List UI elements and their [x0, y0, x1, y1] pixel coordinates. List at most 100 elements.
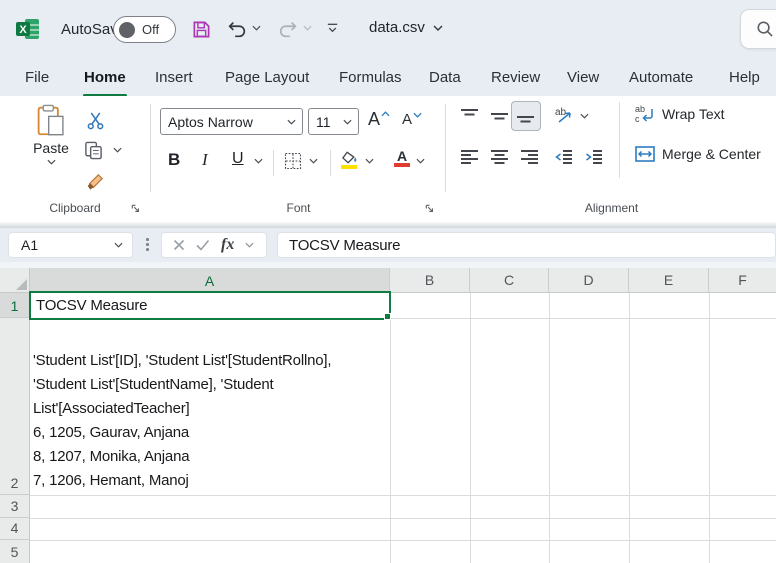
- column-header-a[interactable]: A: [30, 268, 390, 293]
- autosave-toggle[interactable]: Off: [113, 16, 176, 43]
- gridline: [390, 293, 391, 563]
- quick-access-toolbar-icon[interactable]: [325, 22, 340, 36]
- enter-check-icon[interactable]: [196, 239, 210, 251]
- font-color-button[interactable]: A: [394, 150, 410, 167]
- group-alignment: ab ab c Wrap Text: [447, 96, 776, 222]
- redo-icon: [277, 18, 299, 40]
- tab-help[interactable]: Help: [729, 64, 760, 90]
- align-right-button[interactable]: [521, 150, 539, 164]
- column-header-b[interactable]: B: [390, 268, 470, 293]
- filename-label: data.csv: [369, 19, 425, 36]
- copy-dropdown-chevron-icon[interactable]: [113, 147, 122, 153]
- format-painter-icon[interactable]: [86, 172, 105, 191]
- select-all-corner[interactable]: [0, 268, 30, 293]
- gridline: [30, 540, 776, 541]
- insert-function-button[interactable]: fx: [221, 236, 234, 254]
- bold-button[interactable]: B: [168, 150, 180, 170]
- cut-scissors-icon[interactable]: [86, 111, 105, 130]
- align-center-button[interactable]: [491, 150, 509, 164]
- tab-formulas[interactable]: Formulas: [339, 64, 402, 90]
- tab-home[interactable]: Home: [84, 64, 126, 90]
- tab-page-layout[interactable]: Page Layout: [225, 64, 309, 90]
- font-size-value: 11: [316, 114, 331, 130]
- paste-button[interactable]: Paste: [24, 104, 78, 165]
- group-font: Aptos Narrow 11 A A B I U: [152, 96, 445, 222]
- formula-content: TOCSV Measure: [289, 237, 400, 254]
- wrap-text-button[interactable]: ab c Wrap Text: [635, 104, 725, 123]
- excel-logo-icon: X: [16, 18, 40, 40]
- fill-handle[interactable]: [384, 313, 391, 320]
- orientation-button[interactable]: ab: [555, 106, 575, 124]
- column-header-d[interactable]: D: [549, 268, 629, 293]
- cell-a1-value: TOCSV Measure: [36, 297, 147, 314]
- tab-data[interactable]: Data: [429, 64, 461, 90]
- cell-a2[interactable]: 'Student List'[ID], 'Student List'[Stude…: [33, 320, 386, 493]
- name-box-value: A1: [21, 237, 38, 253]
- merge-center-label: Merge & Center: [662, 146, 761, 162]
- undo-dropdown-chevron-icon[interactable]: [252, 25, 261, 31]
- merge-center-button[interactable]: Merge & Center: [635, 146, 761, 162]
- cell-a1-selected[interactable]: TOCSV Measure: [29, 291, 391, 320]
- align-middle-button[interactable]: [491, 108, 509, 124]
- underline-dropdown-chevron-icon[interactable]: [254, 158, 263, 164]
- tab-file[interactable]: File: [25, 64, 49, 90]
- decrease-font-size-button[interactable]: A: [402, 111, 422, 128]
- formula-bar-drag-dots-icon[interactable]: [146, 238, 149, 251]
- alignment-group-label: Alignment: [447, 201, 776, 215]
- divider: [330, 150, 331, 176]
- copy-icon[interactable]: [84, 141, 103, 160]
- fill-color-button[interactable]: [341, 151, 360, 169]
- divider: [619, 102, 620, 178]
- tab-review[interactable]: Review: [491, 64, 540, 90]
- italic-button[interactable]: I: [202, 150, 208, 170]
- formula-input[interactable]: TOCSV Measure: [277, 232, 776, 258]
- filename-chevron-down-icon: [433, 25, 443, 31]
- divider: [273, 150, 274, 176]
- cancel-icon[interactable]: [173, 239, 185, 251]
- orientation-dropdown-chevron-icon[interactable]: [580, 113, 589, 119]
- paste-label: Paste: [33, 140, 69, 156]
- increase-indent-button[interactable]: [585, 150, 603, 164]
- row-header-3[interactable]: 3: [0, 495, 29, 518]
- clipboard-group-label: Clipboard: [0, 201, 150, 215]
- font-color-dropdown-chevron-icon[interactable]: [416, 158, 425, 164]
- font-dialog-launcher-icon[interactable]: [424, 203, 435, 214]
- borders-dropdown-chevron-icon[interactable]: [309, 158, 318, 164]
- document-title[interactable]: data.csv: [369, 19, 443, 36]
- column-header-e[interactable]: E: [629, 268, 709, 293]
- fill-color-dropdown-chevron-icon[interactable]: [365, 158, 374, 164]
- title-bar: X AutoSave Off data.csv: [0, 0, 776, 58]
- gridline: [549, 293, 550, 563]
- increase-font-size-button[interactable]: A: [368, 109, 390, 130]
- borders-button[interactable]: [284, 152, 302, 170]
- clipboard-dialog-launcher-icon[interactable]: [130, 203, 141, 214]
- clipboard-icon: [37, 104, 65, 137]
- tab-automate[interactable]: Automate: [629, 64, 693, 90]
- fx-chevron-down-icon[interactable]: [245, 242, 254, 248]
- ribbon-tab-strip: File Home Insert Page Layout Formulas Da…: [0, 58, 776, 96]
- search-box[interactable]: [740, 9, 776, 49]
- column-header-c[interactable]: C: [470, 268, 549, 293]
- underline-button[interactable]: U: [232, 150, 244, 168]
- undo-icon[interactable]: [226, 18, 248, 40]
- svg-text:ab: ab: [635, 104, 645, 114]
- tab-view[interactable]: View: [567, 64, 599, 90]
- save-icon[interactable]: [192, 20, 211, 39]
- align-left-button[interactable]: [461, 150, 479, 164]
- align-top-button[interactable]: [461, 108, 479, 124]
- decrease-indent-button[interactable]: [555, 150, 573, 164]
- tab-insert[interactable]: Insert: [155, 64, 193, 90]
- font-name-select[interactable]: Aptos Narrow: [160, 108, 303, 135]
- row-header-1[interactable]: 1: [0, 293, 29, 318]
- row-header-4[interactable]: 4: [0, 518, 29, 540]
- font-size-select[interactable]: 11: [308, 108, 359, 135]
- shrink-caret-icon: [413, 112, 422, 118]
- row-header-2[interactable]: 2: [0, 318, 29, 495]
- align-bottom-button-selected[interactable]: [511, 101, 541, 131]
- column-header-f[interactable]: F: [709, 268, 776, 293]
- name-box[interactable]: A1: [8, 232, 133, 258]
- svg-text:c: c: [635, 114, 640, 123]
- row-header-5[interactable]: 5: [0, 540, 29, 563]
- group-divider: [150, 104, 151, 192]
- grow-caret-icon: [381, 111, 390, 117]
